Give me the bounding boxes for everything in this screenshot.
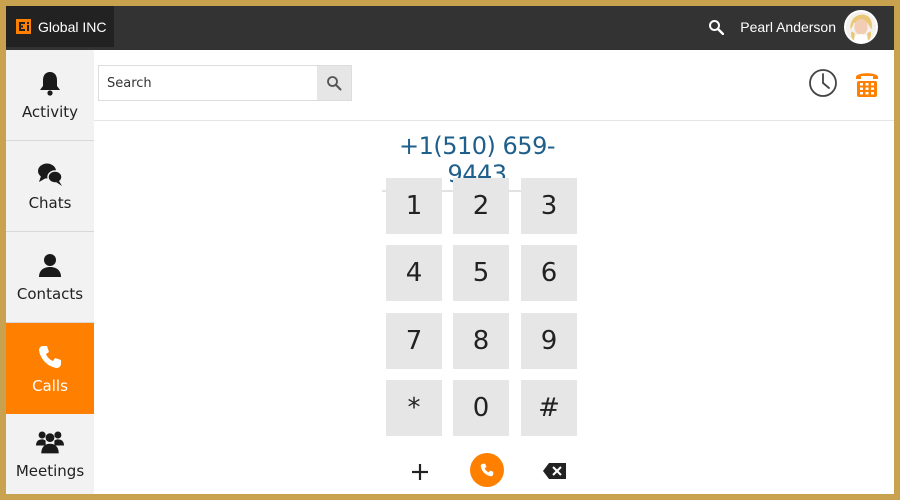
top-right-controls: Pearl Anderson <box>708 6 878 47</box>
phone-icon <box>480 463 494 477</box>
key-3[interactable]: 3 <box>521 178 577 234</box>
key-6[interactable]: 6 <box>521 245 577 301</box>
add-icon[interactable] <box>407 459 433 485</box>
sidebar-item-chats[interactable]: Chats <box>6 141 94 232</box>
search-box <box>98 65 352 101</box>
sidebar-item-calls[interactable]: Calls <box>6 323 94 414</box>
sidebar: Activity Chats Contacts Calls Meetings <box>6 50 94 494</box>
backspace-icon[interactable] <box>542 461 568 481</box>
sidebar-item-label: Calls <box>32 376 68 395</box>
search-icon <box>327 76 342 91</box>
user-name[interactable]: Pearl Anderson <box>740 19 836 35</box>
desk-phone-icon[interactable] <box>854 70 880 98</box>
search-input[interactable] <box>99 66 317 100</box>
toolbar <box>94 50 894 121</box>
clock-history-icon[interactable] <box>808 68 838 98</box>
key-star[interactable]: * <box>386 380 442 436</box>
phone-icon <box>39 345 61 368</box>
key-2[interactable]: 2 <box>453 178 509 234</box>
sidebar-item-label: Contacts <box>16 285 84 303</box>
key-0[interactable]: 0 <box>453 380 509 436</box>
search-button[interactable] <box>317 66 351 100</box>
key-8[interactable]: 8 <box>453 313 509 369</box>
sidebar-item-contacts[interactable]: Contacts <box>6 232 94 323</box>
key-7[interactable]: 7 <box>386 313 442 369</box>
call-button[interactable] <box>470 453 504 487</box>
sidebar-item-label: Activity <box>21 103 79 121</box>
group-icon <box>36 431 64 454</box>
key-1[interactable]: 1 <box>386 178 442 234</box>
sidebar-item-label: Meetings <box>15 462 85 480</box>
top-bar: Global INC Pearl Anderson <box>6 6 894 50</box>
person-icon <box>39 254 61 277</box>
sidebar-item-meetings[interactable]: Meetings <box>6 414 94 494</box>
search-icon[interactable] <box>708 19 725 35</box>
sidebar-item-activity[interactable]: Activity <box>6 50 94 141</box>
chat-bubbles-icon <box>38 163 63 186</box>
key-4[interactable]: 4 <box>386 245 442 301</box>
avatar[interactable] <box>844 9 878 44</box>
brand[interactable]: Global INC <box>6 6 114 47</box>
bell-icon <box>40 72 60 96</box>
key-9[interactable]: 9 <box>521 313 577 369</box>
brand-name: Global INC <box>38 18 107 35</box>
brand-logo-icon <box>16 19 31 34</box>
app-frame: Global INC Pearl Anderson Activity Chats… <box>0 0 900 500</box>
key-5[interactable]: 5 <box>453 245 509 301</box>
key-hash[interactable]: # <box>521 380 577 436</box>
sidebar-item-label: Chats <box>28 194 72 212</box>
main-panel: +1(510) 659-9443 1 2 3 4 5 6 7 8 9 * 0 # <box>94 50 894 494</box>
